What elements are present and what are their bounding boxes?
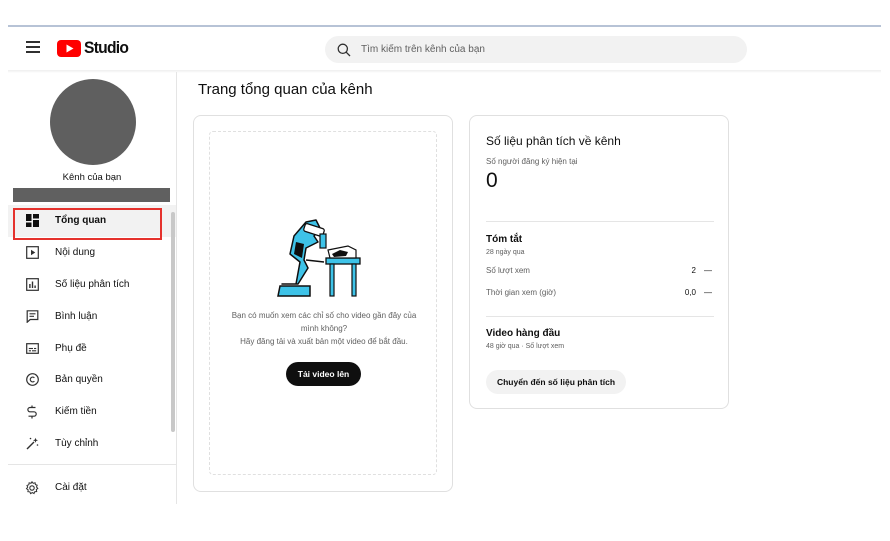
sidebar-item-label: Bản quyền: [55, 374, 103, 386]
upload-prompt-line: mình không?: [300, 324, 348, 333]
metric-label: Thời gian xem (giờ): [486, 288, 557, 297]
dashboard-icon: [25, 214, 39, 228]
metric-value: 0,0: [684, 288, 696, 297]
sidebar: Kênh của bạn Tổng quan Nội dung Số liệu …: [8, 72, 177, 504]
sidebar-item-customization[interactable]: Tùy chỉnh: [8, 428, 176, 460]
go-to-analytics-button[interactable]: Chuyển đến số liệu phân tích: [486, 370, 626, 394]
upload-dropzone: [209, 131, 437, 475]
sidebar-item-label: Tùy chỉnh: [55, 437, 99, 449]
channel-avatar[interactable]: [50, 79, 136, 165]
sidebar-divider: [8, 464, 176, 465]
upload-prompt-line: Bạn có muốn xem các chỉ số cho video gần…: [231, 311, 417, 320]
sidebar-item-label: Nội dung: [55, 247, 96, 259]
sidebar-item-analytics[interactable]: Số liệu phân tích: [8, 269, 176, 301]
upload-video-button[interactable]: Tải video lên: [286, 362, 361, 386]
studio-logo-text: Studio: [84, 38, 129, 57]
metric-label: Số lượt xem: [486, 266, 530, 275]
monetization-icon: [25, 405, 39, 419]
upload-prompt: Bạn có muốn xem các chỉ số cho video gần…: [202, 309, 446, 348]
sidebar-item-monetization[interactable]: Kiếm tiền: [8, 396, 176, 428]
sidebar-scrollbar[interactable]: [171, 212, 175, 432]
subscribers-count: 0: [486, 169, 498, 192]
top-videos-subtitle: 48 giờ qua · Số lượt xem: [486, 343, 565, 350]
metric-value: 2: [691, 266, 696, 275]
page-title: Trang tổng quan của kênh: [198, 81, 373, 98]
metric-trend: —: [704, 288, 712, 297]
upload-prompt-line: Hãy đăng tải và xuất bản một video để bắ…: [240, 337, 408, 346]
sidebar-item-content[interactable]: Nội dung: [8, 237, 176, 269]
studio-logo[interactable]: Studio: [57, 38, 132, 58]
sidebar-item-comments[interactable]: Bình luận: [8, 300, 176, 332]
hamburger-menu-icon[interactable]: [26, 41, 40, 53]
sidebar-nav: Tổng quan Nội dung Số liệu phân tích Bìn…: [8, 205, 176, 459]
sidebar-item-label: Số liệu phân tích: [55, 278, 130, 290]
app-header: Studio: [8, 27, 881, 71]
search-bar[interactable]: [325, 36, 747, 63]
gear-icon: [25, 480, 39, 495]
content-icon: [25, 246, 39, 260]
sidebar-item-label: Tổng quan: [55, 215, 107, 227]
sidebar-item-label: Phụ đề: [55, 342, 87, 354]
sidebar-item-label: Kiếm tiền: [55, 406, 97, 418]
comments-icon: [25, 309, 39, 323]
upload-illustration: [277, 219, 361, 297]
channel-label: Kênh của bạn: [62, 172, 122, 183]
subscribers-label: Số người đăng ký hiện tại: [486, 157, 578, 166]
analytics-card-title: Số liệu phân tích về kênh: [486, 134, 621, 148]
copyright-icon: [25, 373, 39, 387]
summary-period: 28 ngày qua: [486, 249, 525, 256]
upload-card: Bạn có muốn xem các chỉ số cho video gần…: [193, 115, 453, 492]
sidebar-item-subtitles[interactable]: Phụ đề: [8, 332, 176, 364]
sidebar-item-settings[interactable]: Cài đặt: [8, 472, 176, 504]
metric-row-views: Số lượt xem 2 —: [486, 266, 714, 278]
top-videos-title: Video hàng đầu: [486, 328, 561, 339]
summary-title: Tóm tắt: [486, 234, 523, 245]
customization-icon: [25, 436, 39, 450]
subtitles-icon: [25, 341, 39, 355]
youtube-play-icon: [57, 39, 81, 57]
search-icon: [337, 43, 351, 56]
search-input[interactable]: [361, 44, 731, 55]
analytics-icon: [25, 277, 39, 291]
divider: [486, 221, 714, 222]
metric-row-watch-time: Thời gian xem (giờ) 0,0 —: [486, 288, 714, 300]
divider: [486, 316, 714, 317]
sidebar-item-label: Bình luận: [55, 310, 98, 322]
sidebar-item-dashboard[interactable]: Tổng quan: [8, 205, 176, 237]
channel-analytics-card: Số liệu phân tích về kênh Số người đăng …: [469, 115, 729, 409]
channel-name-redacted: [13, 188, 170, 202]
sidebar-item-label: Cài đặt: [55, 482, 87, 494]
sidebar-item-copyright[interactable]: Bản quyền: [8, 364, 176, 396]
metric-trend: —: [704, 266, 712, 275]
